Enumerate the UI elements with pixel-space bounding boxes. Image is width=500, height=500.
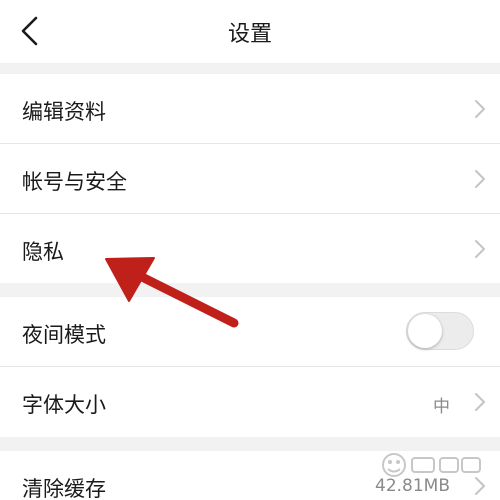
- settings-item-edit-profile[interactable]: 编辑资料: [0, 74, 500, 143]
- chevron-right-icon: [475, 100, 485, 118]
- settings-item-clear-cache[interactable]: 清除缓存 42.81MB: [0, 451, 500, 500]
- chevron-right-icon: [475, 240, 485, 258]
- settings-item-night-mode: 夜间模式: [0, 297, 500, 366]
- settings-group-storage: 清除缓存 42.81MB: [0, 451, 500, 500]
- settings-item-label: 字体大小: [22, 393, 106, 417]
- settings-item-label: 帐号与安全: [22, 170, 127, 194]
- settings-screen: 设置 编辑资料 帐号与安全 隐私 夜间模式 字体大小 中 清除缓存 42.81M…: [0, 0, 500, 500]
- settings-group-account: 编辑资料 帐号与安全 隐私: [0, 74, 500, 283]
- night-mode-toggle[interactable]: [406, 312, 474, 350]
- settings-item-label: 夜间模式: [22, 323, 106, 347]
- settings-item-account-security[interactable]: 帐号与安全: [0, 144, 500, 213]
- settings-item-label: 隐私: [22, 240, 64, 264]
- nav-header: 设置: [0, 0, 500, 63]
- settings-group-display: 夜间模式 字体大小 中: [0, 297, 500, 437]
- settings-item-label: 清除缓存: [22, 477, 106, 500]
- toggle-knob: [408, 314, 442, 348]
- page-title: 设置: [227, 22, 272, 47]
- cache-size-value: 42.81MB: [375, 476, 450, 496]
- chevron-right-icon: [475, 393, 485, 411]
- chevron-right-icon: [475, 170, 485, 188]
- settings-item-label: 编辑资料: [22, 100, 106, 124]
- font-size-value: 中: [433, 397, 450, 417]
- chevron-right-icon: [475, 477, 485, 495]
- settings-item-font-size[interactable]: 字体大小 中: [0, 367, 500, 436]
- settings-item-privacy[interactable]: 隐私: [0, 214, 500, 283]
